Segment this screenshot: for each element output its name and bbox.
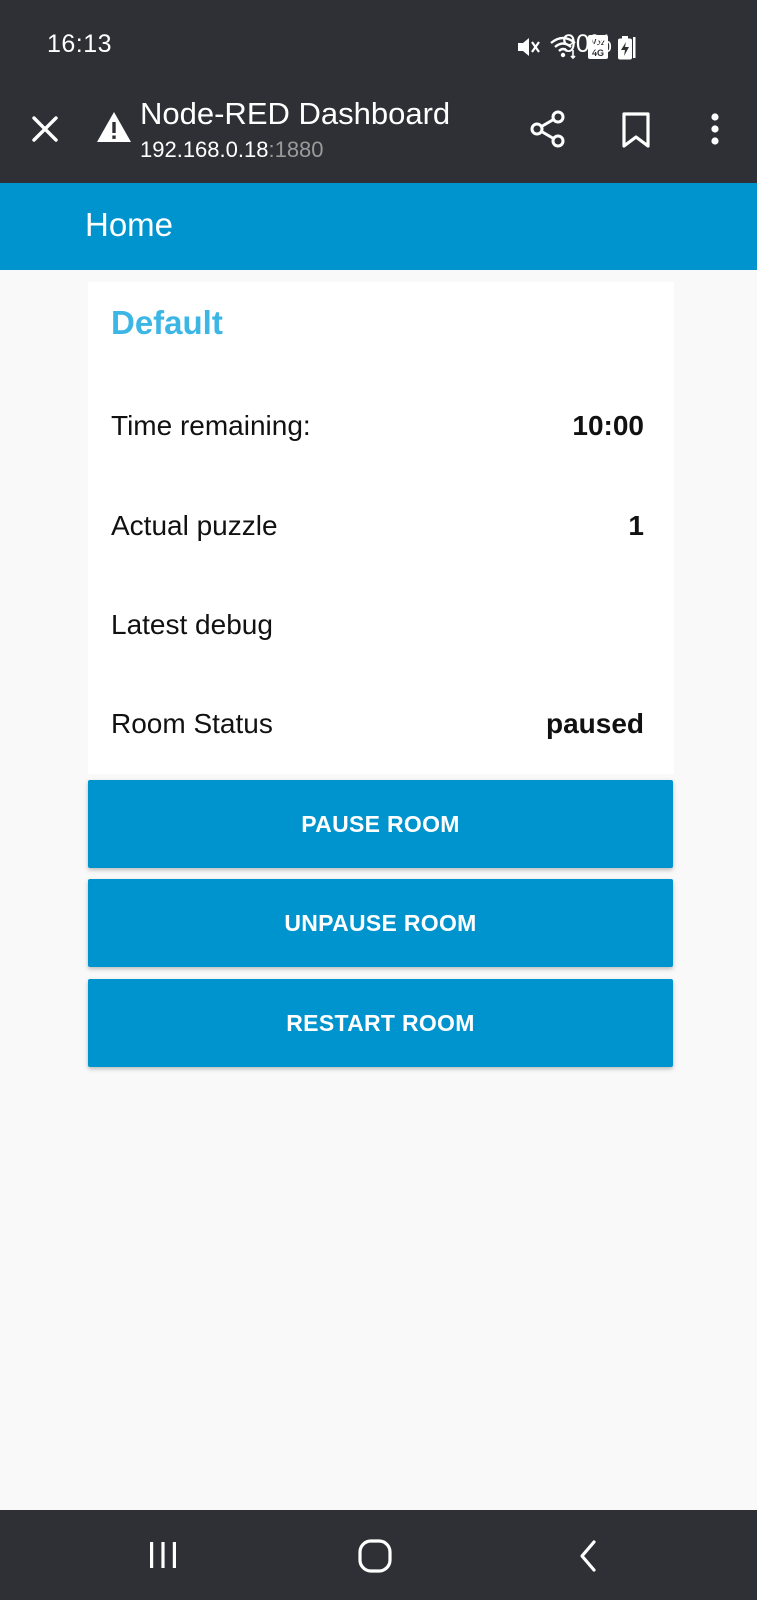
row-value: 10:00 bbox=[572, 410, 644, 441]
bookmark-icon[interactable] bbox=[619, 111, 653, 149]
app-header-title: Home bbox=[85, 206, 174, 243]
actual-puzzle-row: Actual puzzle 1 bbox=[111, 506, 644, 546]
more-options-icon[interactable] bbox=[700, 109, 730, 149]
status-bar: 16:13 Voz 4G 90% bbox=[0, 0, 757, 85]
time-remaining-row: Time remaining: 10:00 bbox=[111, 406, 644, 446]
browser-toolbar: Node-RED Dashboard 192.168.0.18:1880 bbox=[0, 85, 757, 183]
status-time: 16:13 bbox=[47, 30, 113, 58]
row-label: Actual puzzle bbox=[111, 510, 278, 541]
recent-apps-icon[interactable] bbox=[146, 1538, 180, 1577]
row-value: 1 bbox=[628, 510, 644, 541]
group-title: Default bbox=[111, 304, 223, 341]
navigation-bar bbox=[0, 1510, 757, 1600]
page-url[interactable]: 192.168.0.18:1880 bbox=[140, 137, 324, 163]
back-icon[interactable] bbox=[576, 1538, 602, 1579]
row-label: Time remaining: bbox=[111, 410, 311, 441]
battery-percent: 90% bbox=[562, 30, 613, 58]
unpause-room-button[interactable]: UNPAUSE ROOM bbox=[88, 879, 673, 967]
pause-room-button[interactable]: PAUSE ROOM bbox=[88, 780, 673, 868]
url-port: :1880 bbox=[268, 137, 324, 162]
row-label: Room Status bbox=[111, 708, 273, 739]
mute-icon bbox=[515, 34, 541, 60]
page-title: Node-RED Dashboard bbox=[140, 96, 451, 131]
url-host: 192.168.0.18 bbox=[140, 137, 269, 162]
room-status-row: Room Status paused bbox=[111, 704, 644, 744]
home-icon[interactable] bbox=[357, 1538, 393, 1579]
battery-charging-icon bbox=[617, 36, 633, 65]
close-icon[interactable] bbox=[28, 112, 62, 146]
group-card: Default Time remaining: 10:00 Actual puz… bbox=[88, 282, 674, 774]
latest-debug-row: Latest debug bbox=[111, 605, 644, 645]
restart-room-button[interactable]: RESTART ROOM bbox=[88, 979, 673, 1067]
share-icon[interactable] bbox=[528, 109, 568, 149]
warning-icon[interactable] bbox=[96, 111, 132, 143]
app-header: Home bbox=[0, 183, 757, 270]
row-value: paused bbox=[545, 708, 644, 739]
row-label: Latest debug bbox=[111, 609, 273, 640]
